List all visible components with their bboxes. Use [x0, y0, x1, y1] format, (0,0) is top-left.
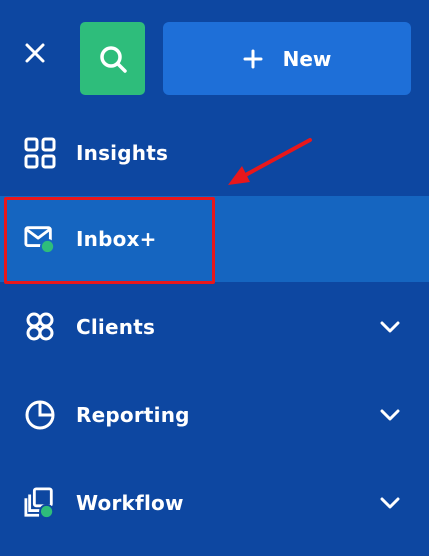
nav-label-insights: Insights	[76, 141, 169, 165]
chevron-down-icon[interactable]	[379, 316, 401, 338]
nav-item-inbox[interactable]: Inbox+	[0, 196, 429, 282]
nav-item-reporting[interactable]: Reporting	[0, 372, 429, 458]
new-button[interactable]: New	[163, 22, 411, 95]
nav-label-reporting: Reporting	[76, 403, 190, 427]
inbox-mail-icon	[24, 223, 56, 255]
close-icon	[25, 43, 45, 63]
search-icon	[99, 45, 127, 73]
nav-label-workflow: Workflow	[76, 491, 184, 515]
nav-item-workflow[interactable]: Workflow	[0, 460, 429, 546]
nav-item-insights[interactable]: Insights	[0, 110, 429, 196]
reporting-pie-icon	[24, 399, 56, 431]
close-button[interactable]	[18, 36, 52, 70]
search-button[interactable]	[80, 22, 145, 95]
nav-item-clients[interactable]: Clients	[0, 284, 429, 370]
annotation-arrow-icon	[228, 138, 312, 185]
clients-icon	[24, 311, 56, 343]
new-button-label: New	[282, 46, 332, 71]
workflow-icon	[24, 487, 56, 519]
nav-label-inbox: Inbox+	[76, 227, 157, 251]
chevron-down-icon[interactable]	[379, 404, 401, 426]
top-bar: New	[0, 0, 429, 110]
nav-label-clients: Clients	[76, 315, 156, 339]
plus-icon	[243, 49, 263, 68]
insights-grid-icon	[24, 137, 56, 169]
chevron-down-icon[interactable]	[379, 492, 401, 514]
